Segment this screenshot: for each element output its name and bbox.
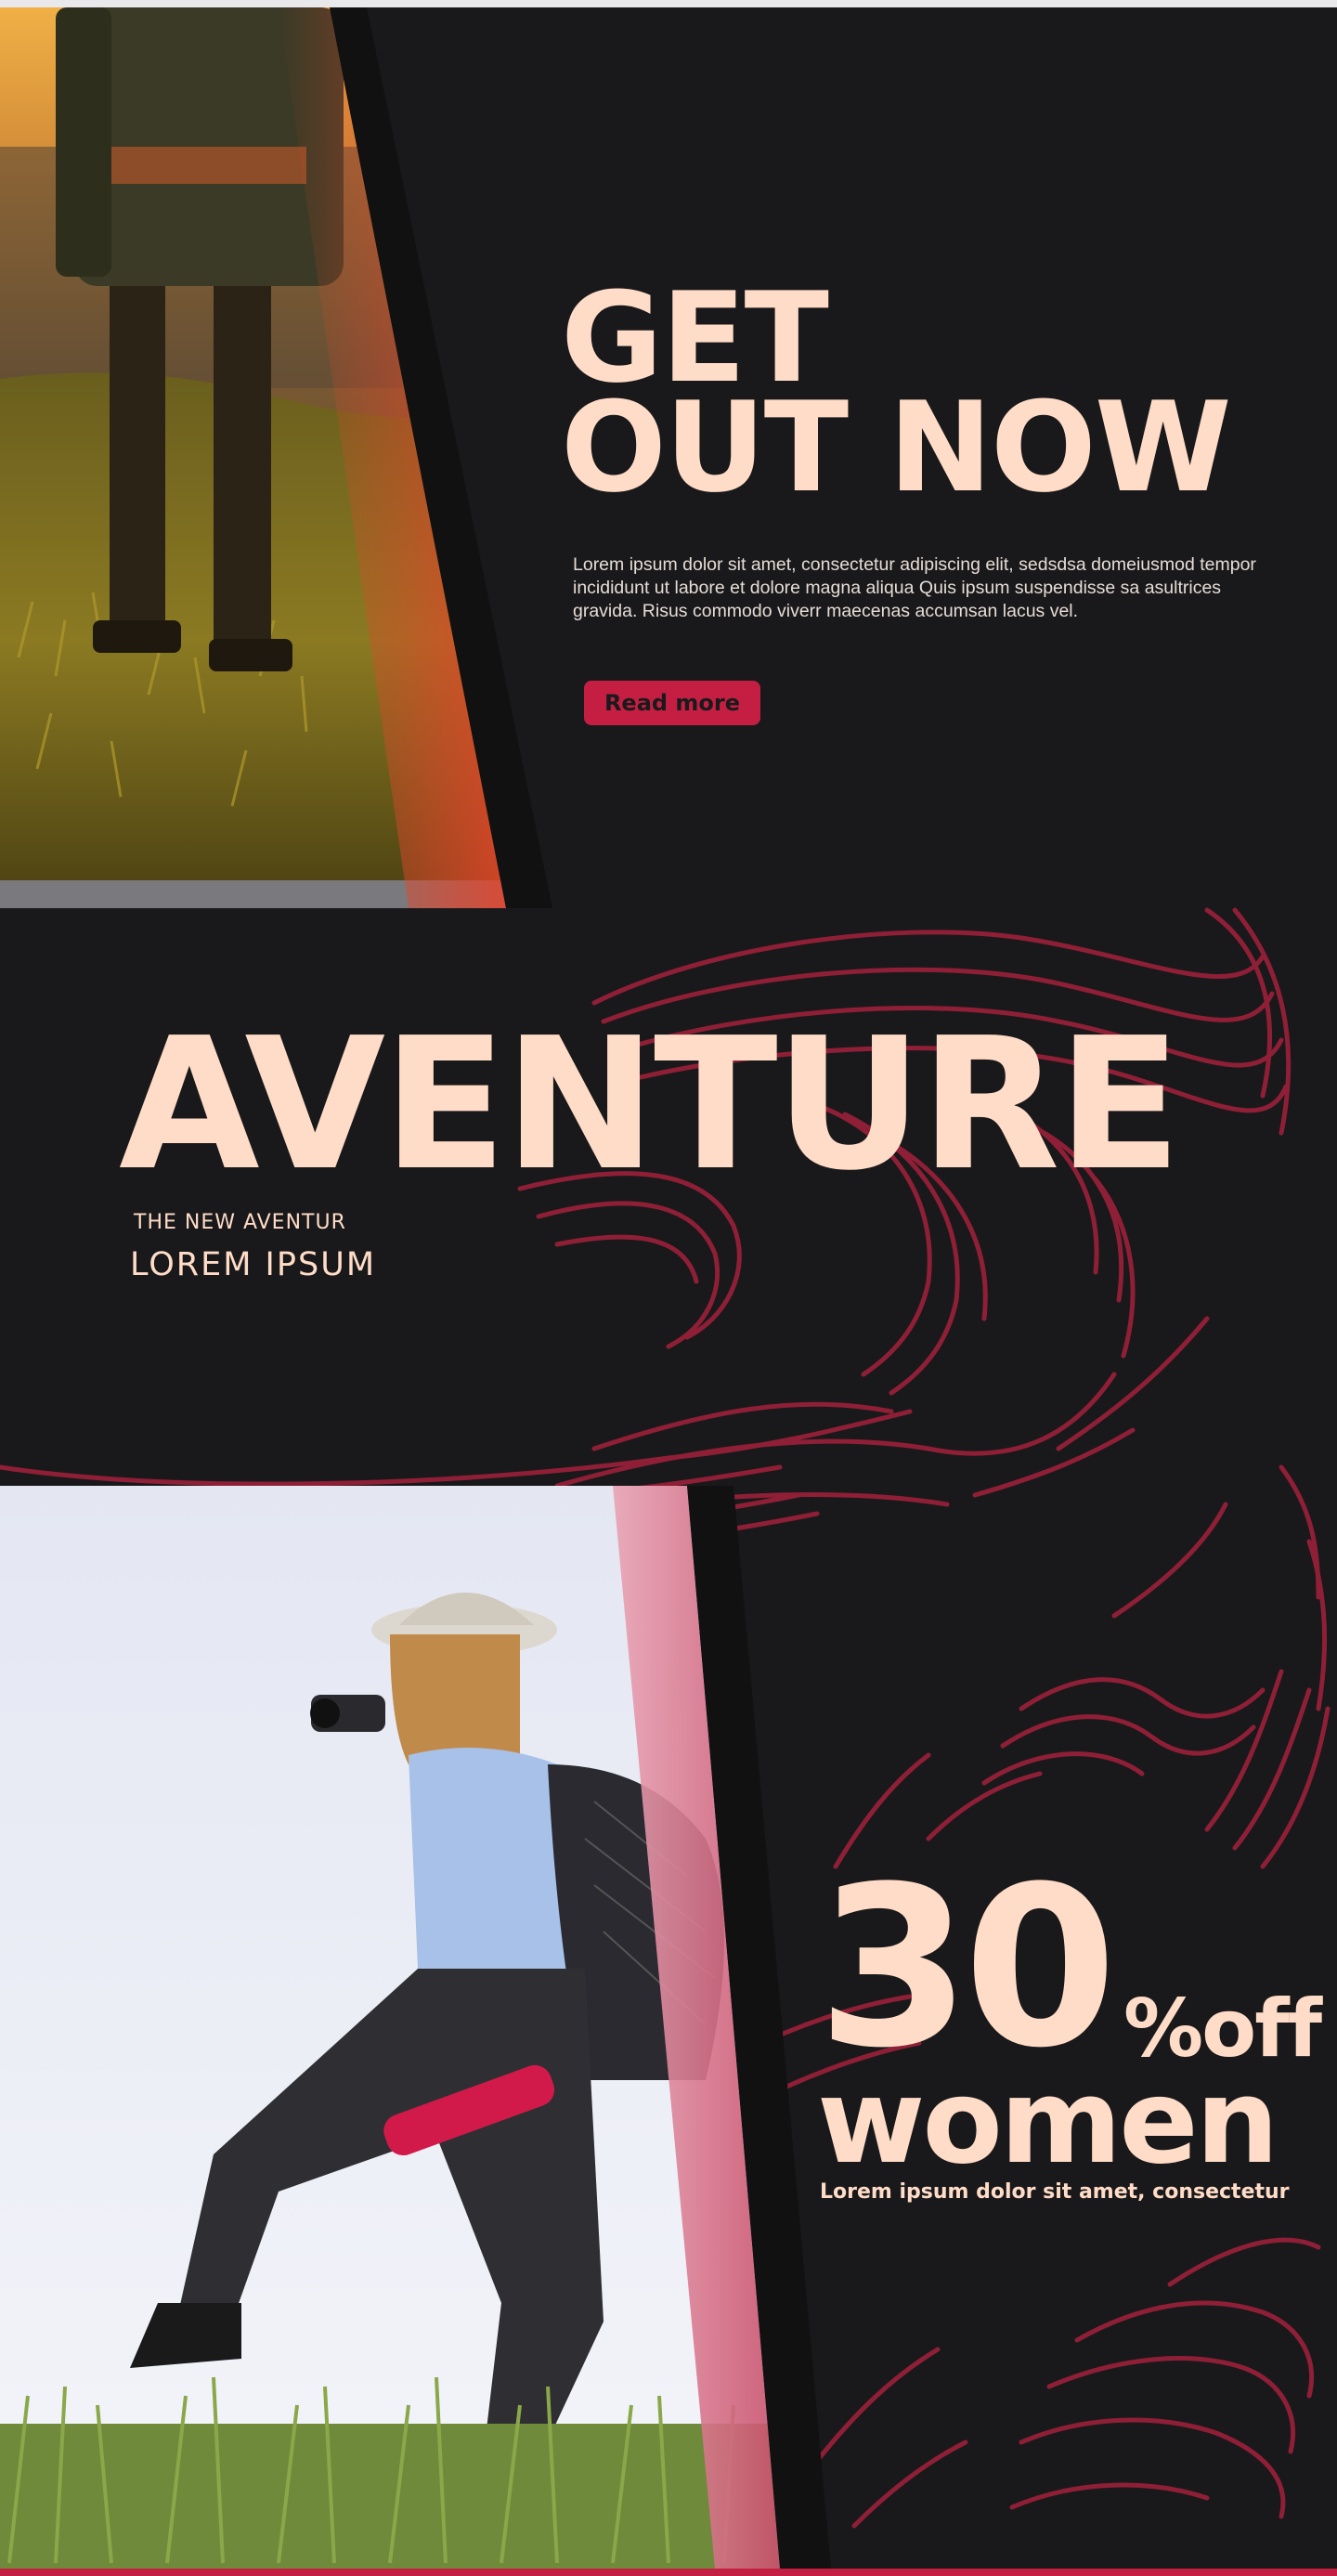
hiker-sunset-photo xyxy=(0,7,557,908)
promo-discount-number: 30 xyxy=(817,1840,1117,2097)
aventure-subtitle-large: LOREM IPSUM xyxy=(130,1246,377,1283)
poster-canvas: GET OUT NOW Lorem ipsum dolor sit amet, … xyxy=(0,0,1337,2576)
hero-body-text: Lorem ipsum dolor sit amet, consectetur … xyxy=(573,554,1256,621)
promo-tagline: Lorem ipsum dolor sit amet, consectetur xyxy=(820,2180,1290,2204)
aventure-title: AVENTURE xyxy=(119,999,1182,1211)
headline-line-2: OUT NOW xyxy=(561,375,1232,520)
read-more-button[interactable]: Read more xyxy=(584,681,760,725)
aventure-subtitle-small: THE NEW AVENTUR xyxy=(134,1211,346,1234)
hero-headline: GET OUT NOW xyxy=(561,276,1304,520)
bottom-edge-strip xyxy=(0,2569,1337,2576)
top-edge-strip xyxy=(0,0,1337,7)
photographer-photo xyxy=(0,1486,836,2569)
promo-audience: women xyxy=(817,2053,1279,2190)
